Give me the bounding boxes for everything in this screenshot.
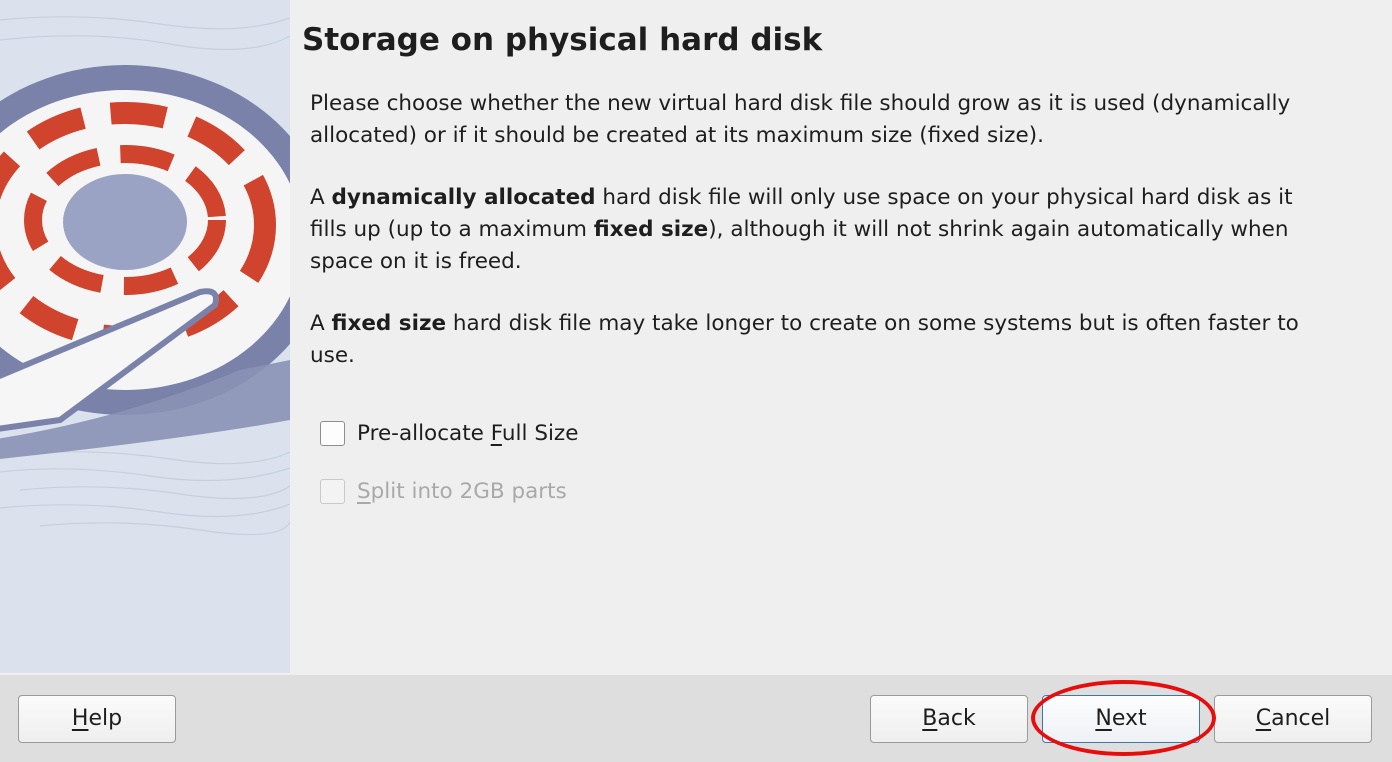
next-button[interactable]: Next bbox=[1042, 695, 1200, 743]
preallocate-full-size-label[interactable]: Pre-allocate Full Size bbox=[357, 421, 578, 446]
help-button[interactable]: Help bbox=[18, 695, 176, 743]
hard-disk-illustration-icon bbox=[0, 0, 290, 673]
intro-text: Please choose whether the new virtual ha… bbox=[310, 91, 1291, 148]
split-2gb-parts-label: Split into 2GB parts bbox=[357, 478, 567, 504]
page-title: Storage on physical hard disk bbox=[302, 22, 823, 58]
split-2gb-parts-option: Split into 2GB parts bbox=[320, 476, 567, 506]
cancel-button[interactable]: Cancel bbox=[1214, 695, 1372, 743]
dynamic-allocation-description: A dynamically allocated hard disk file w… bbox=[310, 185, 1293, 274]
wizard-content: Storage on physical hard disk Please cho… bbox=[290, 0, 1392, 673]
preallocate-full-size-option[interactable]: Pre-allocate Full Size bbox=[320, 418, 578, 448]
wizard-button-bar: Help Back Next Cancel bbox=[0, 675, 1392, 762]
fixed-size-description: A fixed size hard disk file may take lon… bbox=[310, 311, 1299, 368]
split-2gb-parts-checkbox bbox=[320, 478, 345, 504]
wizard-side-illustration bbox=[0, 0, 290, 673]
preallocate-full-size-checkbox[interactable] bbox=[320, 420, 345, 446]
back-button[interactable]: Back bbox=[870, 695, 1028, 743]
